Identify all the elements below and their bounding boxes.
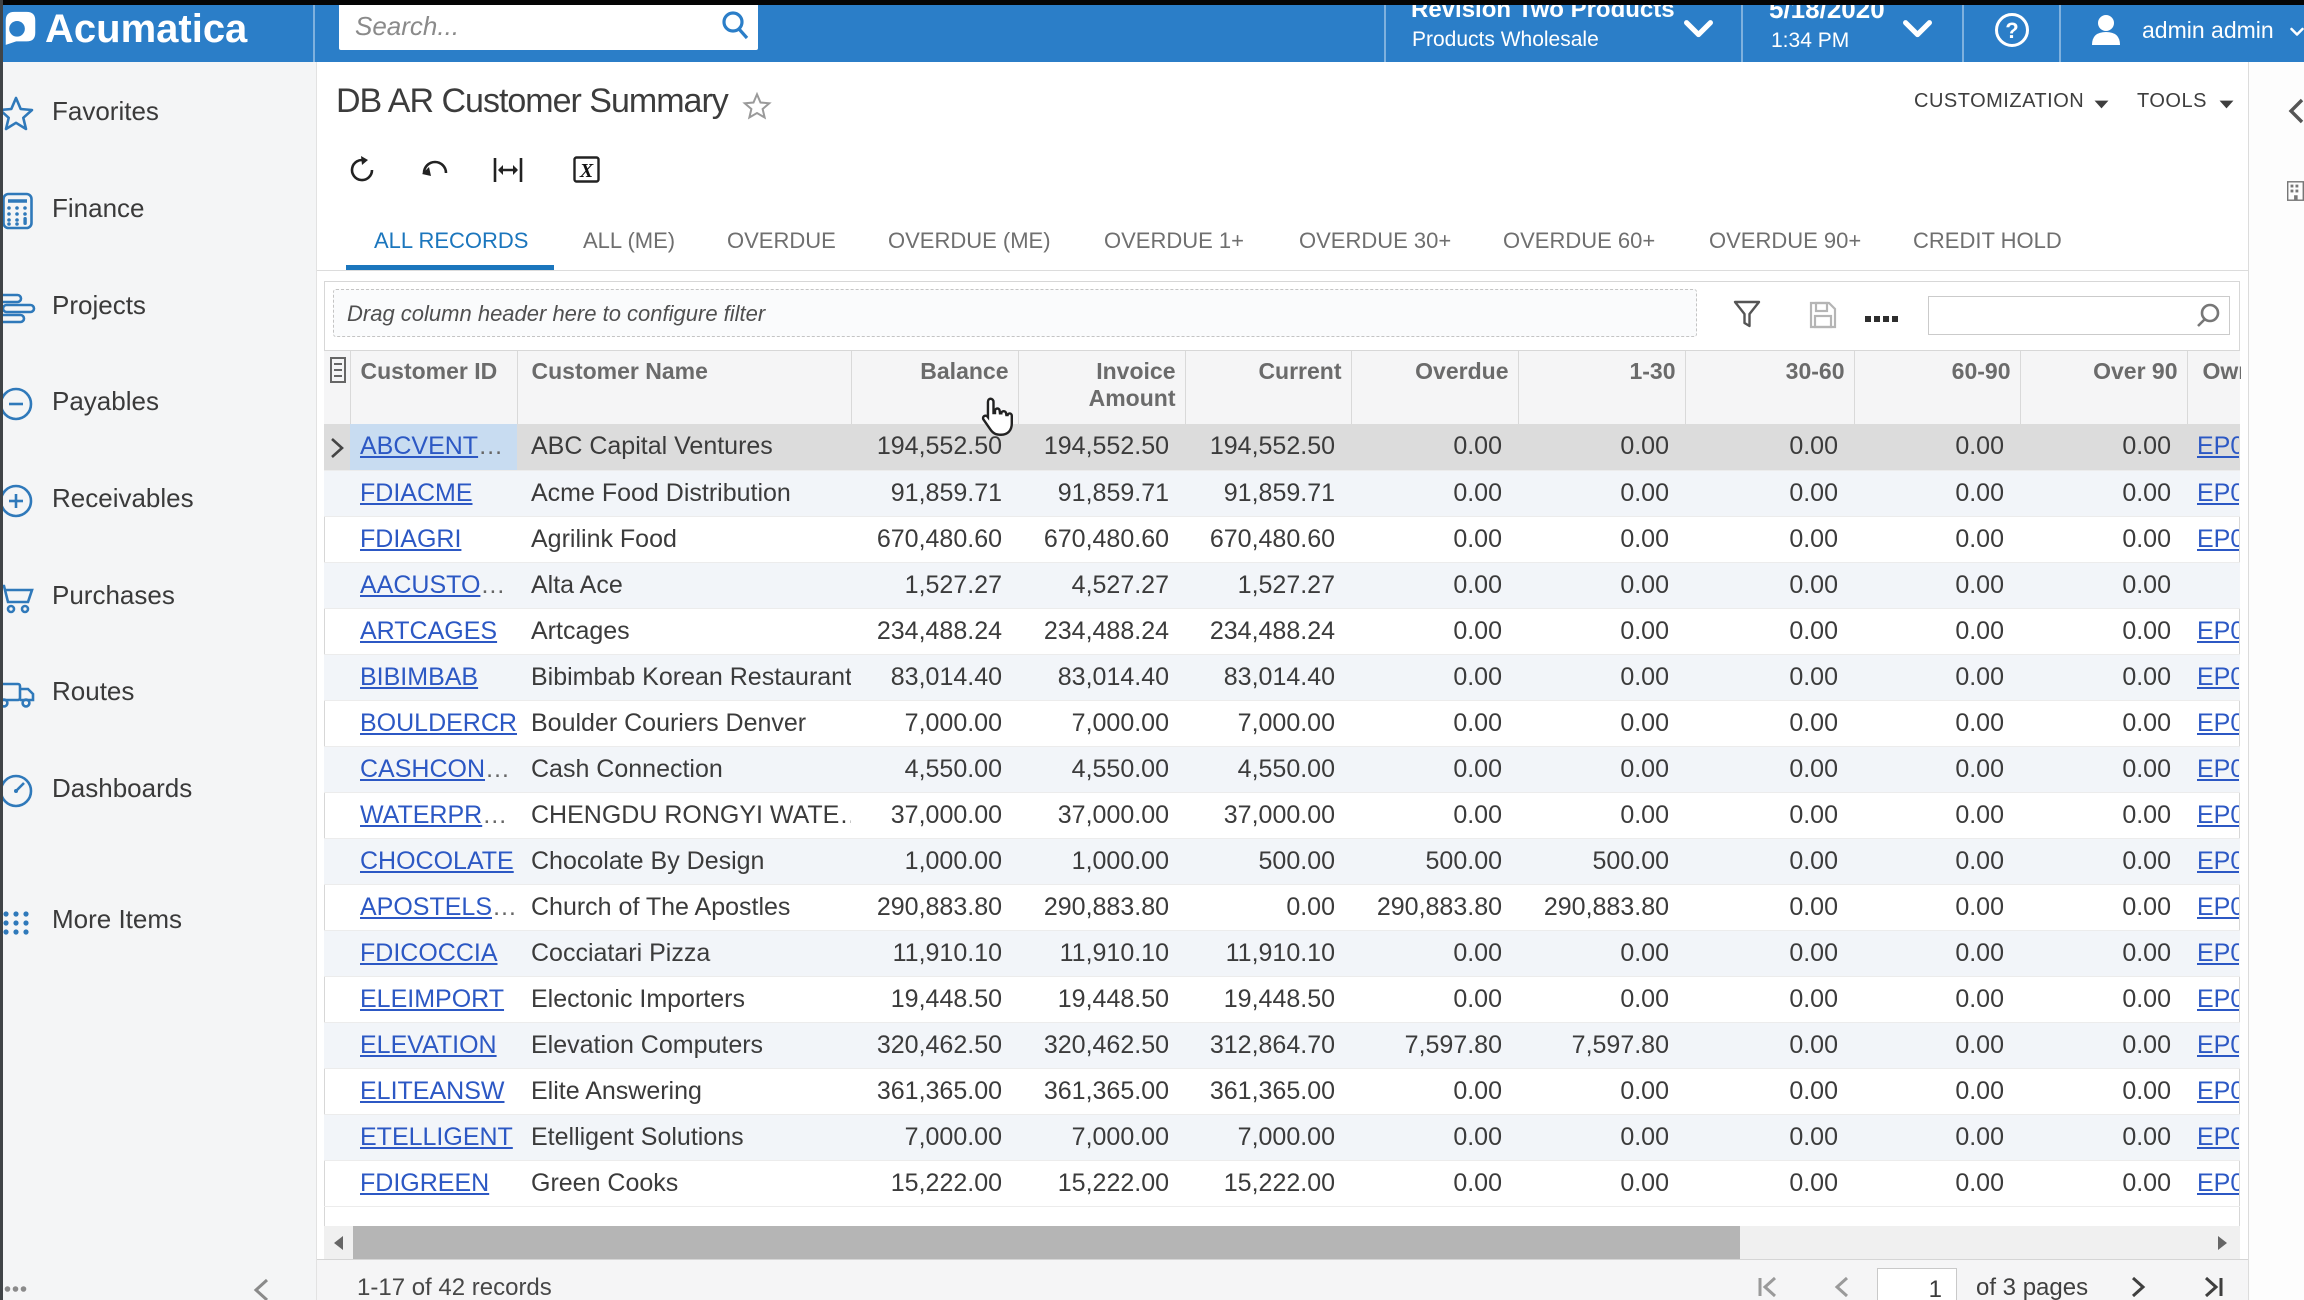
svg-text:?: ? — [2005, 18, 2018, 43]
svg-text:X: X — [579, 160, 594, 182]
